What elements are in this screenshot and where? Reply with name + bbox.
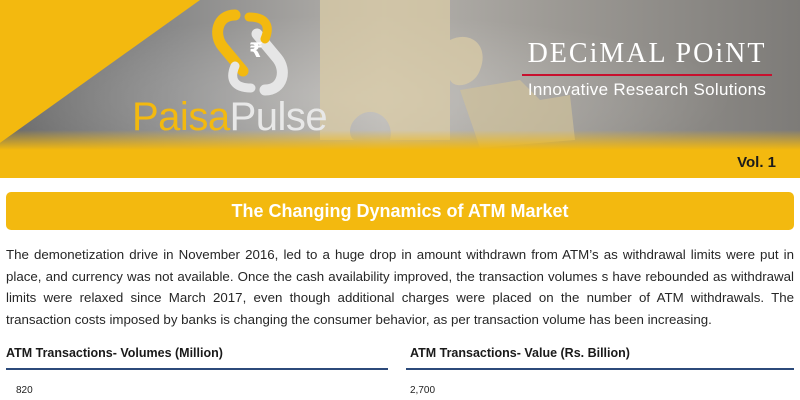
yellow-header-band	[0, 150, 800, 178]
chart-tick-value: 2,700	[410, 385, 436, 396]
article-title: The Changing Dynamics of ATM Market	[231, 200, 569, 221]
partner-logo: DECiMAL POiNT Innovative Research Soluti…	[512, 38, 782, 106]
rupee-chain-link-icon: ₹	[212, 9, 288, 96]
volume-label: Vol. 1	[737, 154, 776, 171]
chart-title-volumes: ATM Transactions- Volumes (Million)	[6, 346, 223, 360]
svg-text:₹: ₹	[249, 38, 263, 62]
chart-rule-value	[406, 368, 794, 370]
chart-title-value: ATM Transactions- Value (Rs. Billion)	[410, 346, 630, 360]
brand-wordmark: PaisaPulse	[132, 95, 328, 140]
partner-divider	[522, 74, 772, 76]
article-title-bar: The Changing Dynamics of ATM Market	[6, 192, 794, 230]
brand-part-paisa: Paisa	[132, 95, 230, 139]
article-body: The demonetization drive in November 201…	[6, 247, 794, 327]
chart-tick-volumes: 820	[16, 385, 33, 396]
partner-name: DECiMAL POiNT	[527, 38, 767, 69]
yellow-accent-fade	[0, 130, 800, 150]
header-banner: ₹ PaisaPulse DECiMAL POiNT Innovative Re…	[0, 0, 800, 178]
partner-tagline: Innovative Research Solutions	[527, 80, 767, 99]
brand-part-pulse: Pulse	[229, 95, 328, 139]
chart-rule-volumes	[6, 368, 388, 370]
